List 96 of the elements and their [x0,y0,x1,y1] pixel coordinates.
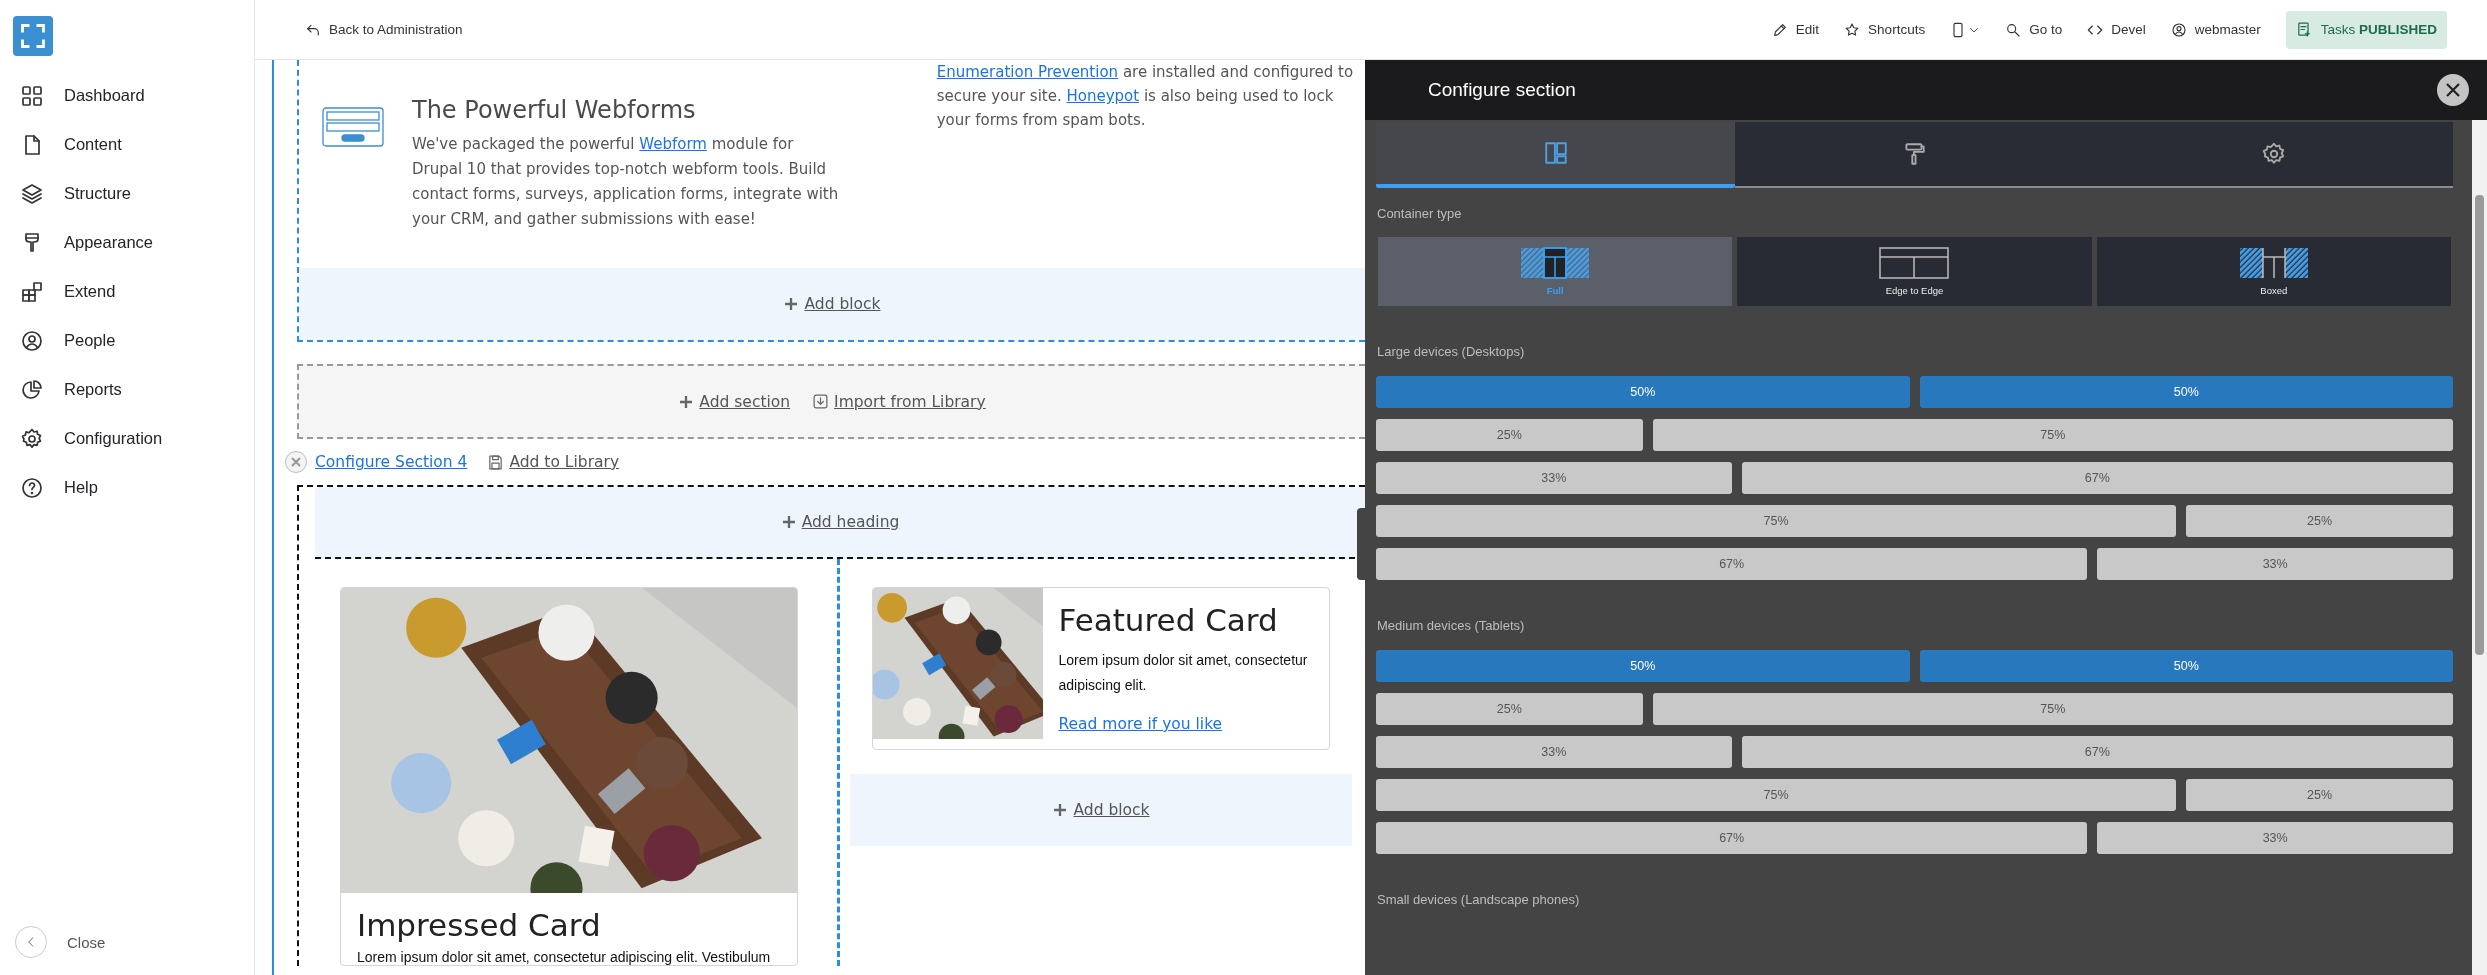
pie-chart-icon [20,377,44,402]
sidebar-item[interactable]: Extend [0,267,254,316]
section-title: The Powerful Webforms [412,96,697,124]
toolbar-link[interactable]: Go to [2005,21,2063,38]
text-link[interactable]: Honeypot [1066,87,1140,105]
floppy-icon [487,453,505,471]
layout-option[interactable]: 25% [2186,505,2453,537]
scrollbar[interactable] [2472,120,2487,975]
layout-option[interactable]: 25% [1376,419,1643,451]
sidebar-item[interactable]: People [0,316,254,365]
grid-icon [20,83,44,108]
layout-option[interactable]: 75% [1652,693,2453,725]
layout-option[interactable]: 50% [1919,376,2453,408]
layers-icon [20,181,44,206]
tab[interactable] [2094,122,2453,188]
layout-option[interactable]: 33% [1376,736,1732,768]
star-icon [1844,21,1861,38]
close-button[interactable] [2437,74,2469,106]
sidebar-item[interactable]: Dashboard [0,71,254,120]
sidebar-item[interactable]: Structure [0,169,254,218]
sidebar-item[interactable]: Appearance [0,218,254,267]
toolbar-link[interactable]: Shortcuts [1844,21,1926,38]
full-width-icon [1520,247,1591,279]
card-title: Featured Card [1058,601,1279,640]
toolbar-link[interactable]: webmaster [2170,21,2261,38]
remove-section-icon[interactable] [285,451,307,473]
import-link[interactable]: Import from Library [812,392,986,411]
edge-to-edge-icon [1879,247,1950,279]
blocks-icon [20,279,44,304]
layout-option[interactable]: 75% [1376,779,2177,811]
toolbar-link[interactable]: Edit [1771,21,1820,38]
add-block-link[interactable]: Add block [1052,801,1150,819]
panel-title: Configure section [1428,79,1577,101]
sidebar-item[interactable]: Help [0,463,254,512]
layout-option[interactable]: 50% [1376,376,1910,408]
sidebar-item[interactable]: Configuration [0,414,254,463]
plus-icon [1052,802,1069,818]
user-circle-icon [20,328,44,353]
clipboard-icon [2295,21,2313,38]
gear-icon [20,426,44,451]
gear-icon [2260,141,2287,167]
search-icon [2005,21,2022,38]
add-heading-link[interactable]: Add heading [780,513,900,531]
card-title: Impressed Card [357,907,602,943]
layout-option[interactable]: 50% [1919,650,2453,682]
layout-option[interactable]: 33% [1376,462,1732,494]
configure-section-link[interactable]: Configure Section 4 [315,453,468,471]
read-more-link[interactable]: Read more if you like [1058,715,1223,733]
layout-option[interactable]: 25% [1376,693,1643,725]
field-label: Container type [1377,206,1463,223]
field-label: Large devices (Desktops) [1377,344,1526,361]
form-icon [322,107,384,147]
layout-option[interactable]: 25% [2186,779,2453,811]
layout-option[interactable]: 50% [1376,650,1910,682]
device-menu[interactable] [1950,20,1981,39]
paragraph: Enumeration Prevention are installed and configured to secure your site. Honeypot is also being used to lock your forms from spam bots. [936,62,1355,131]
sidebar-item[interactable]: Reports [0,365,254,414]
close-icon [2445,82,2461,98]
help-icon [20,475,44,500]
tasks-button[interactable]: Tasks PUBLISHED [2285,10,2447,49]
pencil-icon [1771,21,1788,38]
add-to-library-link[interactable]: Add to Library [487,453,620,471]
add-block-link[interactable]: Add block [783,295,881,313]
text-link[interactable]: Enumeration Prevention [936,63,1119,81]
layout-option[interactable]: 67% [1376,822,2088,854]
add-section-link[interactable]: Add section [678,392,791,411]
close-sidebar-button[interactable]: Close [0,925,254,959]
layout-option[interactable]: 67% [1741,462,2453,494]
layout-option[interactable]: 75% [1376,505,2177,537]
plus-icon [783,296,800,312]
back-link[interactable]: Back to Administration [305,21,463,38]
layout-option[interactable]: 33% [2097,822,2453,854]
layout-icon [1542,140,1569,166]
layout-option[interactable]: 33% [2097,548,2453,580]
boxed-icon [2238,247,2309,279]
tab[interactable] [1376,122,1735,188]
plus-icon [678,393,695,410]
card-text: Lorem ipsum dolor sit amet, consectetur adipiscing elit. Vestibulum [357,949,772,965]
sidebar-item[interactable]: Content [0,120,254,169]
paragraph: We've packaged the powerful Webform module for Drupal 10 that provides top-notch webform tools. Build contact forms, surveys, application forms, integrate with your CRM, and gather submissions with ease! [412,134,840,230]
field-label: Small devices (Landscape phones) [1377,892,1581,909]
plus-icon [780,514,797,530]
text-link[interactable]: Webform [639,135,707,153]
download-icon [812,393,830,410]
user-circle-icon [2170,21,2187,38]
tab[interactable] [1735,122,2094,188]
layout-option[interactable]: 67% [1376,548,2088,580]
resize-handle[interactable] [1357,508,1365,580]
layout-option[interactable]: 67% [1741,736,2453,768]
field-label: Medium devices (Tablets) [1377,618,1526,635]
toolbar-link[interactable]: Devel [2087,21,2146,38]
logo-icon[interactable] [13,16,53,56]
layout-option[interactable]: 75% [1652,419,2453,451]
container-option[interactable]: Edge to Edge [1737,237,2092,306]
card-text: Lorem ipsum dolor sit amet, consectetur adipiscing elit. [1058,651,1309,695]
container-option[interactable]: Boxed [2096,237,2451,306]
